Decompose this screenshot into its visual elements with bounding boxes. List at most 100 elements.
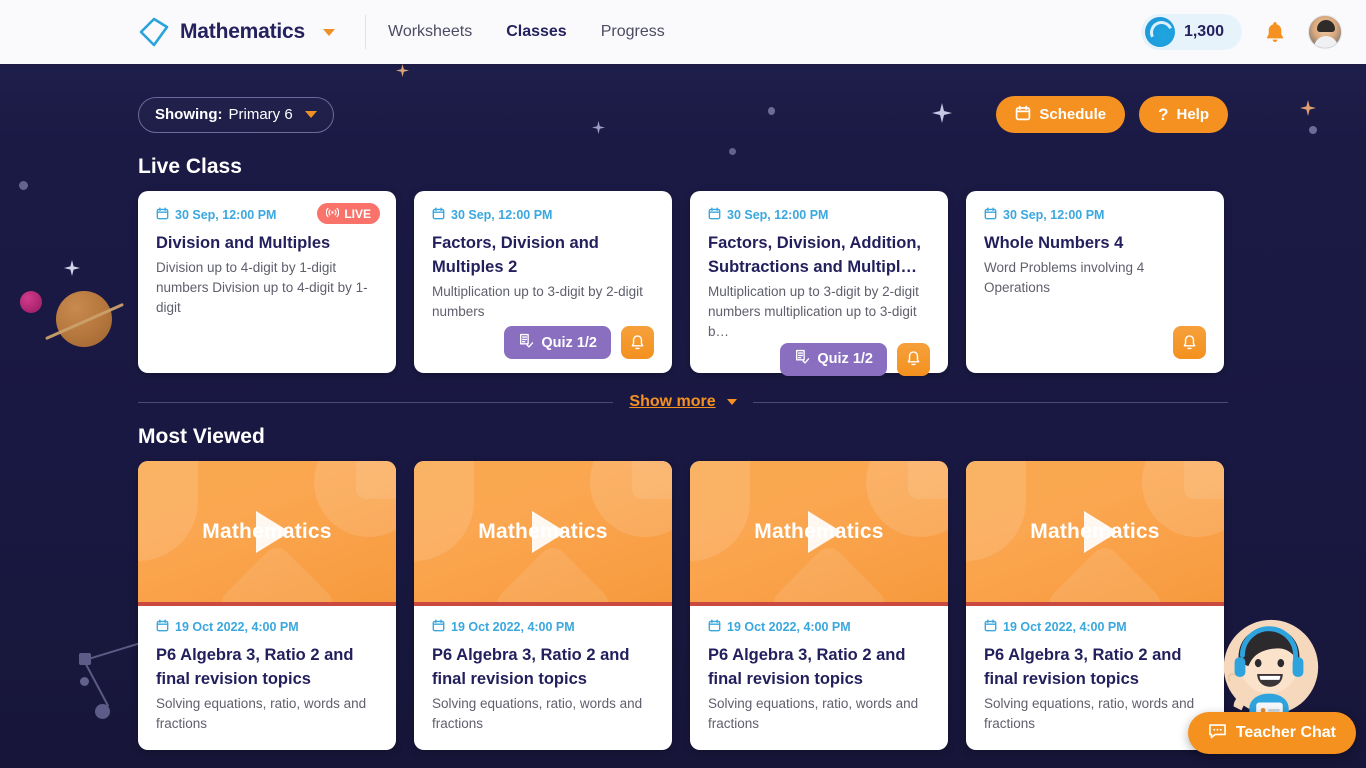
card-description: Division up to 4-digit by 1-digit number… — [156, 259, 368, 316]
app-header: Mathematics Worksheets Classes Progress … — [0, 0, 1366, 64]
header-divider — [365, 15, 367, 49]
calendar-icon — [156, 207, 169, 223]
card-date-text: 19 Oct 2022, 4:00 PM — [727, 620, 851, 634]
live-badge-label: LIVE — [344, 206, 371, 221]
user-avatar[interactable] — [1308, 15, 1342, 49]
main-nav: Worksheets Classes Progress — [388, 23, 665, 41]
showing-filter-dropdown[interactable]: Showing: Primary 6 — [138, 96, 334, 133]
video-card-body: 19 Oct 2022, 4:00 PM P6 Algebra 3, Ratio… — [414, 606, 672, 750]
card-date: 30 Sep, 12:00 PM — [432, 207, 654, 223]
card-date: 19 Oct 2022, 4:00 PM — [432, 619, 654, 635]
decor-shape — [356, 461, 396, 499]
notifications-bell-icon[interactable] — [1264, 20, 1286, 44]
card-date: 19 Oct 2022, 4:00 PM — [156, 619, 378, 635]
main-content: Showing: Primary 6 Schedule ? Help Live … — [0, 64, 1366, 751]
schedule-button[interactable]: Schedule — [996, 96, 1126, 133]
quiz-button[interactable]: Quiz 1/2 — [780, 342, 887, 376]
card-description: Multiplication up to 3-digit by 2-digit … — [432, 283, 643, 320]
coin-balance[interactable]: 1,300 — [1140, 14, 1242, 50]
video-thumbnail[interactable]: Mathematics — [966, 461, 1224, 606]
calendar-icon — [708, 207, 721, 223]
card-title: P6 Algebra 3, Ratio 2 and final revision… — [708, 646, 906, 688]
card-actions: Quiz 1/2 — [708, 342, 930, 376]
card-description: Multiplication up to 3-digit by 2-digit … — [708, 283, 919, 340]
toolbar-buttons: Schedule ? Help — [996, 96, 1228, 133]
decor-shape — [908, 461, 948, 499]
teacher-chat-widget: Teacher Chat — [1166, 608, 1366, 768]
video-card-body: 19 Oct 2022, 4:00 PM P6 Algebra 3, Ratio… — [690, 606, 948, 750]
video-thumbnail[interactable]: Mathematics — [414, 461, 672, 606]
card-date-text: 19 Oct 2022, 4:00 PM — [1003, 620, 1127, 634]
card-description: Word Problems involving 4 Operations — [984, 259, 1145, 296]
coin-value: 1,300 — [1183, 23, 1224, 40]
show-more-button[interactable]: Show more — [629, 393, 737, 411]
live-class-grid: 30 Sep, 12:00 PM LIVE Division and Multi… — [138, 191, 1228, 376]
card-description: Solving equations, ratio, words and frac… — [156, 695, 367, 732]
card-date-text: 30 Sep, 12:00 PM — [727, 208, 829, 222]
quiz-checklist-icon — [518, 333, 534, 353]
brand-block: Mathematics — [138, 16, 339, 48]
reminder-bell-button[interactable] — [621, 326, 654, 359]
video-card[interactable]: Mathematics 19 Oct 2022, 4:00 PM P6 Alge… — [414, 461, 672, 751]
calendar-icon — [156, 619, 169, 635]
card-title: P6 Algebra 3, Ratio 2 and final revision… — [432, 646, 630, 688]
question-mark-icon: ? — [1158, 104, 1169, 124]
card-actions: Quiz 1/2 — [432, 326, 654, 359]
video-card[interactable]: Mathematics 19 Oct 2022, 4:00 PM P6 Alge… — [138, 461, 396, 751]
live-class-card[interactable]: 30 Sep, 12:00 PM Factors, Division and M… — [414, 191, 672, 373]
reminder-bell-button[interactable] — [897, 342, 930, 376]
play-icon[interactable] — [532, 510, 566, 553]
show-more-label: Show more — [629, 393, 716, 410]
calendar-icon — [708, 619, 721, 635]
card-date-text: 30 Sep, 12:00 PM — [1003, 208, 1105, 222]
brand-chevron-down-icon[interactable] — [315, 25, 339, 40]
broadcast-icon — [326, 207, 340, 221]
live-status-badge: LIVE — [317, 203, 380, 224]
card-actions — [984, 326, 1206, 359]
most-viewed-heading: Most Viewed — [138, 425, 265, 448]
live-class-card[interactable]: 30 Sep, 12:00 PM Whole Numbers 4 Word Pr… — [966, 191, 1224, 373]
content-toolbar: Showing: Primary 6 Schedule ? Help — [138, 64, 1228, 133]
calendar-icon — [984, 619, 997, 635]
card-date-text: 19 Oct 2022, 4:00 PM — [175, 620, 299, 634]
nav-item-progress[interactable]: Progress — [601, 23, 665, 41]
brand-title: Mathematics — [180, 20, 306, 43]
video-card-body: 19 Oct 2022, 4:00 PM P6 Algebra 3, Ratio… — [138, 606, 396, 750]
video-card[interactable]: Mathematics 19 Oct 2022, 4:00 PM P6 Alge… — [690, 461, 948, 751]
most-viewed-grid: Mathematics 19 Oct 2022, 4:00 PM P6 Alge… — [138, 461, 1228, 751]
card-date: 19 Oct 2022, 4:00 PM — [708, 619, 930, 635]
showing-value: Primary 6 — [228, 106, 293, 123]
play-icon[interactable] — [1084, 510, 1118, 553]
help-button-label: Help — [1176, 106, 1209, 123]
nav-item-classes[interactable]: Classes — [506, 23, 567, 41]
card-date-text: 30 Sep, 12:00 PM — [175, 208, 277, 222]
teacher-chat-label: Teacher Chat — [1235, 724, 1336, 741]
card-title: Factors, Division, Addition, Subtraction… — [708, 234, 921, 276]
reminder-bell-button[interactable] — [1173, 326, 1206, 359]
video-thumbnail[interactable]: Mathematics — [138, 461, 396, 606]
nav-item-worksheets[interactable]: Worksheets — [388, 23, 472, 41]
live-class-card[interactable]: 30 Sep, 12:00 PM Factors, Division, Addi… — [690, 191, 948, 376]
calendar-icon — [1015, 105, 1031, 125]
help-button[interactable]: ? Help — [1139, 96, 1228, 133]
quiz-checklist-icon — [794, 349, 810, 369]
decor-shape — [632, 461, 672, 499]
diamond-logo-icon — [138, 16, 170, 48]
chevron-down-icon — [726, 399, 737, 405]
quiz-button[interactable]: Quiz 1/2 — [504, 326, 611, 359]
divider-right — [752, 401, 1229, 403]
chat-bubble-icon — [1208, 722, 1227, 744]
card-date: 30 Sep, 12:00 PM — [984, 207, 1206, 223]
play-icon[interactable] — [256, 510, 290, 553]
play-icon[interactable] — [808, 510, 842, 553]
live-class-card[interactable]: 30 Sep, 12:00 PM LIVE Division and Multi… — [138, 191, 396, 373]
chevron-down-icon — [304, 111, 317, 118]
page-root: Mathematics Worksheets Classes Progress … — [0, 0, 1366, 768]
video-thumbnail[interactable]: Mathematics — [690, 461, 948, 606]
calendar-icon — [432, 619, 445, 635]
calendar-icon — [984, 207, 997, 223]
card-title: Division and Multiples — [156, 234, 331, 252]
decor-shape — [966, 461, 1026, 561]
show-more-row: Show more — [138, 393, 1229, 411]
teacher-chat-button[interactable]: Teacher Chat — [1187, 712, 1356, 754]
